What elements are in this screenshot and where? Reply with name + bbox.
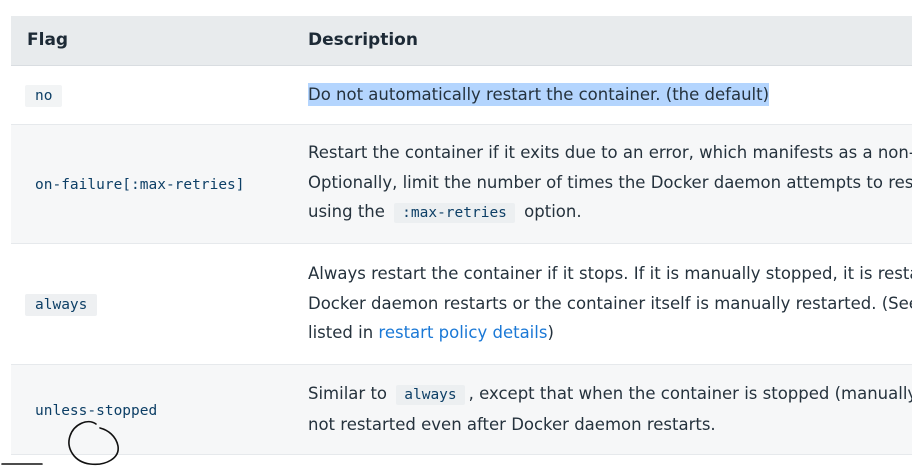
restart-policy-details-link[interactable]: restart policy details xyxy=(378,323,547,342)
column-header-description: Description xyxy=(296,16,912,66)
flag-code: always xyxy=(25,294,98,316)
description-line: Docker daemon restarts or the container … xyxy=(308,293,912,313)
selected-text[interactable]: Do not automatically restart the contain… xyxy=(308,82,770,106)
description-cell: Always restart the container if it stops… xyxy=(296,243,912,365)
table-row: always Always restart the container if i… xyxy=(11,243,912,365)
description-line: listed in restart policy details) xyxy=(308,318,912,348)
description-text: using the xyxy=(308,202,385,222)
description-text: listed in xyxy=(308,323,374,343)
description-cell: Do not automatically restart the contain… xyxy=(296,65,912,125)
description-text: ) xyxy=(547,323,554,343)
inline-code: :max-retries xyxy=(394,203,515,224)
description-cell: Restart the container if it exits due to… xyxy=(296,124,912,244)
description-text: Similar to xyxy=(308,383,388,403)
flag-cell: unless-stopped xyxy=(11,364,296,455)
description-text: , except that when the container is stop… xyxy=(468,383,912,403)
description-cell: Similar to always, except that when the … xyxy=(296,364,912,455)
table-row: unless-stopped Similar to always, except… xyxy=(11,364,912,455)
description-line: not restarted even after Docker daemon r… xyxy=(308,415,716,434)
description-line: Restart the container if it exits due to… xyxy=(308,143,912,163)
description-line: Similar to always, except that when the … xyxy=(308,379,912,411)
description-line: using the :max-retries option. xyxy=(308,197,912,229)
flag-cell: on-failure[:max-retries] xyxy=(11,124,296,244)
column-header-flag: Flag xyxy=(11,16,296,66)
table-header-row: Flag Description xyxy=(11,16,912,66)
flag-code: on-failure[:max-retries] xyxy=(35,177,245,193)
restart-policy-table: Flag Description no Do not automatically… xyxy=(11,16,912,455)
inline-code: always xyxy=(396,384,465,405)
table-row: on-failure[:max-retries] Restart the con… xyxy=(11,124,912,244)
flag-cell: always xyxy=(11,243,296,365)
table-row: no Do not automatically restart the cont… xyxy=(11,65,912,125)
description-text: option. xyxy=(524,202,582,222)
description-line: Optionally, limit the number of times th… xyxy=(308,172,912,192)
flag-code: unless-stopped xyxy=(35,402,158,419)
description-line: Always restart the container if it stops… xyxy=(308,264,912,284)
flag-code: no xyxy=(25,85,63,107)
flag-cell: no xyxy=(11,65,296,125)
